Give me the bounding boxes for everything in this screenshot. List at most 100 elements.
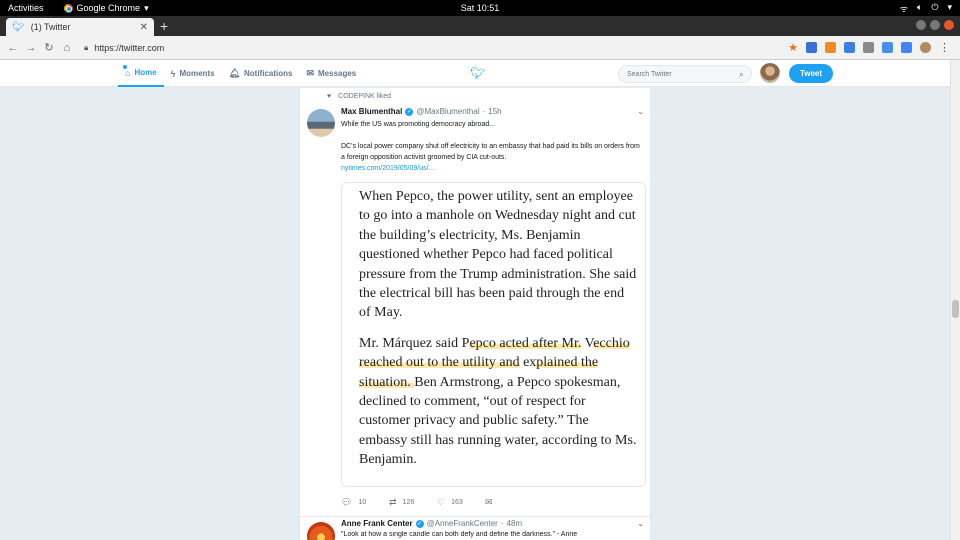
chevron-down-icon[interactable]: ▾ xyxy=(947,2,952,15)
tweet-context: ♥ CODEPINK liked xyxy=(327,93,391,100)
search-icon[interactable]: ⌕ xyxy=(739,69,744,80)
reply-button[interactable]: 💬︎ 10 xyxy=(341,497,389,508)
heart-icon: ♥ xyxy=(327,93,332,100)
home-icon[interactable]: ⌂ xyxy=(58,42,76,54)
reply-count: 10 xyxy=(358,499,367,506)
extensions: ★ ⋮ xyxy=(788,41,950,54)
app-menu[interactable]: Google Chrome ▾ xyxy=(52,3,149,14)
like-button[interactable]: ♡ 163 xyxy=(437,497,485,508)
camera-icon[interactable] xyxy=(882,42,893,53)
extension-icon[interactable] xyxy=(844,42,855,53)
twitter-nav: ⌂ Home ϟ Moments 🔔︎ Notifications ✉ Mess… xyxy=(118,60,363,87)
maximize-button[interactable] xyxy=(930,20,940,30)
nav-notifications[interactable]: 🔔︎ Notifications xyxy=(222,60,300,87)
chevron-down-icon[interactable]: ⌄ xyxy=(637,519,644,528)
author-handle[interactable]: @AnneFrankCenter xyxy=(427,519,498,528)
app-name: Google Chrome xyxy=(76,3,141,13)
avatar[interactable] xyxy=(307,109,335,137)
search-input[interactable]: Search Twitter ⌕ xyxy=(618,65,752,83)
divider xyxy=(300,516,652,517)
verified-icon: ✓ xyxy=(415,519,424,528)
tab-strip: 🐦︎ (1) Twitter ✕ + xyxy=(0,16,960,36)
home-icon: ⌂ xyxy=(125,67,131,78)
tweet-line: While the US was promoting democracy abr… xyxy=(341,121,496,128)
avatar[interactable] xyxy=(307,522,335,540)
tweet-text: "Look at how a single candle can both de… xyxy=(341,531,578,538)
scrollbar[interactable] xyxy=(950,60,960,540)
wifi-icon[interactable]: ᯤ xyxy=(900,2,908,15)
bell-icon: 🔔︎ xyxy=(228,68,240,78)
timeline: ♥ CODEPINK liked Max Blumenthal ✓ @MaxBl… xyxy=(299,88,652,540)
reply-icon: 💬︎ xyxy=(341,497,353,507)
tweet-line: DC's local power company shut off electr… xyxy=(341,143,640,161)
separator: · xyxy=(500,519,504,528)
chevron-down-icon[interactable]: ⌄ xyxy=(637,107,644,116)
retweet-button[interactable]: ⇄ 126 xyxy=(389,497,437,508)
excerpt-paragraph: When Pepco, the power utility, sent an e… xyxy=(359,189,637,321)
dm-button[interactable]: ✉ xyxy=(485,497,533,508)
nav-moments[interactable]: ϟ Moments xyxy=(164,60,222,87)
tweet-button[interactable]: Tweet xyxy=(789,64,833,83)
nav-label: Notifications xyxy=(244,69,293,78)
menu-icon[interactable]: ⋮ xyxy=(939,41,950,54)
forward-icon[interactable]: → xyxy=(22,42,40,54)
power-icon[interactable]: ⏻ xyxy=(931,2,938,15)
tweet-header: Max Blumenthal ✓ @MaxBlumenthal · 15h xyxy=(341,107,502,116)
reload-icon[interactable]: ↻ xyxy=(40,41,58,54)
tweet-time[interactable]: 48m xyxy=(507,519,523,528)
translate-icon[interactable] xyxy=(901,42,912,53)
new-tab-button[interactable]: + xyxy=(160,18,168,34)
window-close-button[interactable] xyxy=(944,20,954,30)
window-controls xyxy=(916,20,954,30)
twitter-bird-icon: 🐦︎ xyxy=(12,21,25,33)
excerpt-text: ex xyxy=(519,355,537,371)
profile-avatar[interactable] xyxy=(920,42,931,53)
search-placeholder: Search Twitter xyxy=(627,70,672,78)
context-text[interactable]: CODEPINK liked xyxy=(338,93,391,100)
image-card[interactable]: When Pepco, the power utility, sent an e… xyxy=(341,182,646,487)
nav-home[interactable]: ⌂ Home xyxy=(118,60,164,87)
envelope-icon: ✉ xyxy=(306,68,314,78)
author-name[interactable]: Max Blumenthal xyxy=(341,107,402,116)
separator: · xyxy=(482,107,486,116)
browser-toolbar: ← → ↻ ⌂ 🔒︎ https://twitter.com ★ ⋮ xyxy=(0,36,960,60)
rss-icon[interactable] xyxy=(825,42,836,53)
address-bar[interactable]: 🔒︎ https://twitter.com xyxy=(84,39,784,57)
url-text: https://twitter.com xyxy=(94,42,165,53)
close-icon[interactable]: ✕ xyxy=(140,22,148,33)
retweet-icon: ⇄ xyxy=(389,497,397,507)
nav-label: Home xyxy=(134,68,157,77)
excerpt-text: V xyxy=(581,335,594,351)
excerpt-text: Mr. Márquez said P xyxy=(359,335,470,351)
article-excerpt: When Pepco, the power utility, sent an e… xyxy=(359,187,639,481)
page-viewport: ⌂ Home ϟ Moments 🔔︎ Notifications ✉ Mess… xyxy=(0,60,960,540)
tab-twitter[interactable]: 🐦︎ (1) Twitter ✕ xyxy=(6,18,154,36)
minimize-button[interactable] xyxy=(916,20,926,30)
tweet-time[interactable]: 15h xyxy=(488,107,501,116)
system-tray[interactable]: ᯤ 🔈︎ ⏻ ▾ xyxy=(900,2,952,15)
heart-icon: ♡ xyxy=(437,497,446,507)
user-avatar[interactable] xyxy=(760,63,780,83)
nav-label: Moments xyxy=(179,69,215,78)
author-name[interactable]: Anne Frank Center xyxy=(341,519,413,528)
extension-icon[interactable] xyxy=(863,42,874,53)
scrollbar-thumb[interactable] xyxy=(952,300,959,318)
activities-button[interactable]: Activities xyxy=(0,3,52,13)
twitter-bird-icon[interactable]: 🐦︎ xyxy=(470,66,485,80)
volume-icon[interactable]: 🔈︎ xyxy=(917,2,922,15)
back-icon[interactable]: ← xyxy=(4,42,22,54)
verified-icon: ✓ xyxy=(405,107,414,116)
chevron-down-icon: ▾ xyxy=(144,2,149,13)
extension-icon[interactable] xyxy=(806,42,817,53)
chrome-icon xyxy=(63,3,73,13)
author-handle[interactable]: @MaxBlumenthal xyxy=(416,107,479,116)
envelope-icon: ✉ xyxy=(485,497,493,507)
gnome-top-bar: Activities Google Chrome ▾ Sat 10:51 ᯤ 🔈… xyxy=(0,0,960,16)
bookmark-star-icon[interactable]: ★ xyxy=(788,41,798,54)
tweet-header: Anne Frank Center ✓ @AnneFrankCenter · 4… xyxy=(341,519,522,528)
nav-messages[interactable]: ✉ Messages xyxy=(299,60,363,87)
tweet-text: While the US was promoting democracy abr… xyxy=(341,119,645,174)
tweet-link[interactable]: nytimes.com/2019/05/09/us/… xyxy=(341,165,436,172)
lightning-icon: ϟ xyxy=(170,68,176,79)
like-count: 163 xyxy=(451,499,463,506)
